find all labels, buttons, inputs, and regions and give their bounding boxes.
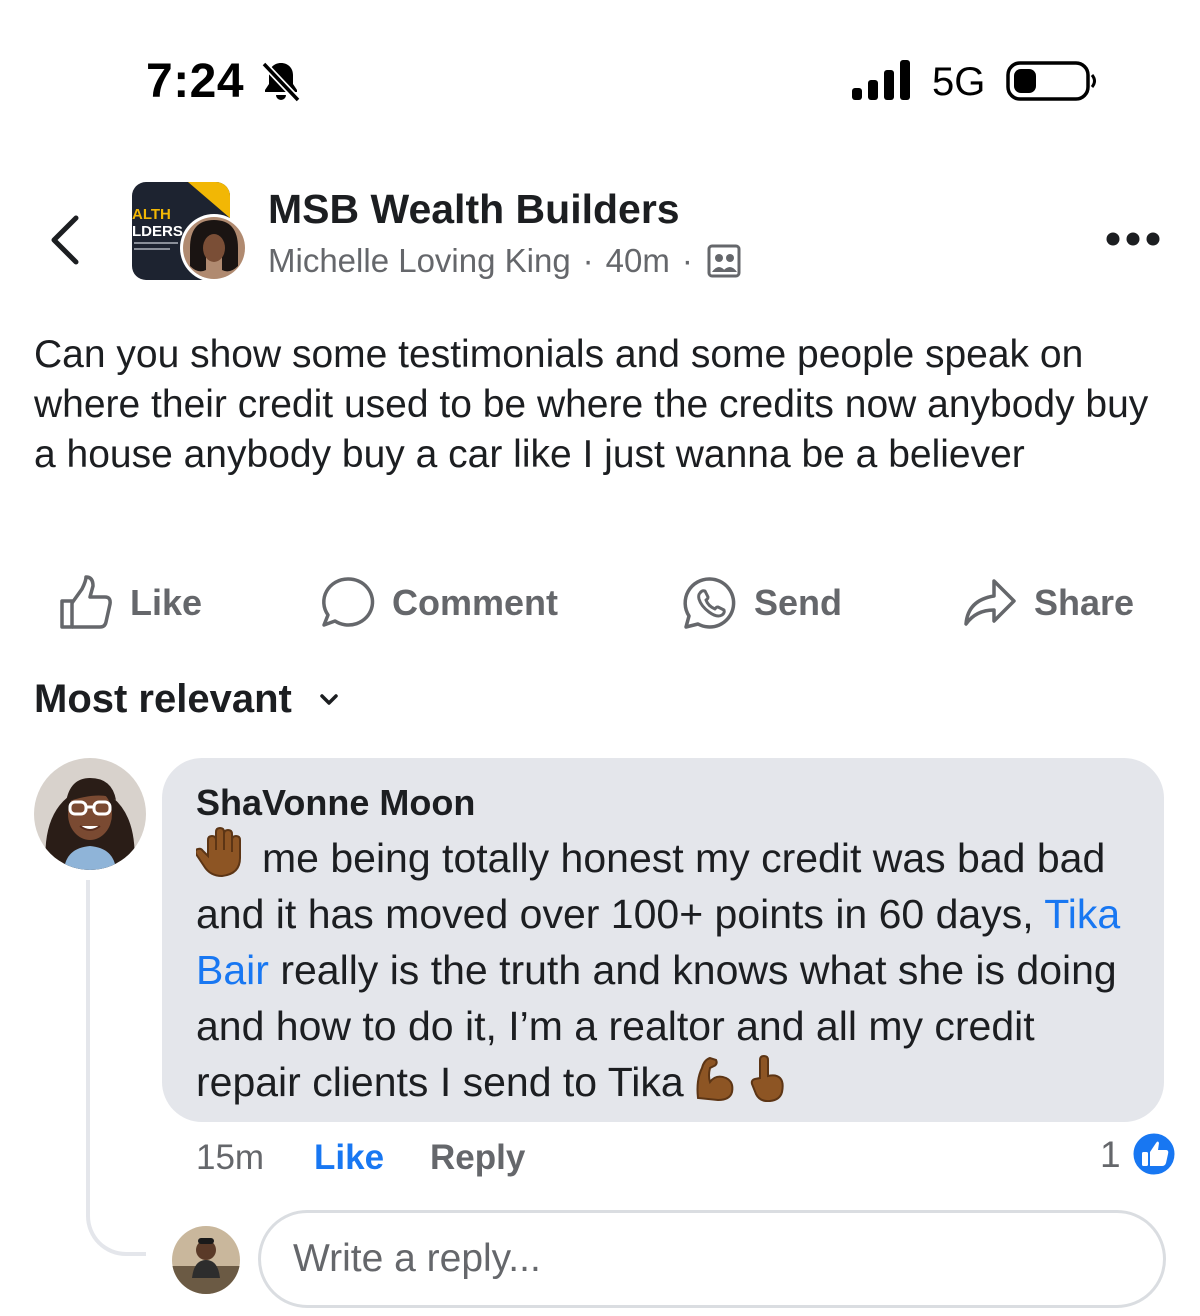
- commenter-avatar[interactable]: [34, 758, 146, 870]
- comment-body: me being totally honest my credit was ba…: [196, 826, 1146, 1110]
- bell-slash-icon: [261, 61, 301, 103]
- logo-text-1: ALTH: [132, 206, 171, 223]
- share-button[interactable]: Share: [962, 572, 1134, 634]
- meta-separator-2: ·: [681, 242, 693, 279]
- send-label: Send: [754, 582, 843, 623]
- post-meta: Michelle Loving King · 40m ·: [268, 238, 741, 284]
- like-button[interactable]: Like: [58, 572, 202, 634]
- group-privacy-icon: [707, 244, 741, 278]
- comment-text-1: me being totally honest my credit was ba…: [196, 835, 1106, 937]
- send-button[interactable]: Send: [682, 572, 842, 634]
- chevron-down-icon: [320, 694, 338, 705]
- signal-bars-icon: [852, 60, 910, 100]
- meta-separator: ·: [582, 242, 594, 279]
- comment-sort-dropdown[interactable]: Most relevant: [34, 674, 340, 724]
- group-name[interactable]: MSB Wealth Builders: [268, 184, 680, 234]
- thumbs-up-icon: [60, 575, 112, 629]
- battery-icon: [1006, 61, 1096, 101]
- network-type: 5G: [932, 60, 986, 104]
- share-label: Share: [1034, 582, 1135, 623]
- like-label: Like: [130, 582, 203, 623]
- whatsapp-icon: [683, 577, 736, 629]
- thread-connector: [86, 880, 146, 1256]
- comment-reply-button[interactable]: Reply: [430, 1136, 525, 1180]
- post-author[interactable]: Michelle Loving King: [268, 238, 571, 284]
- comment-button[interactable]: Comment: [320, 572, 558, 634]
- sort-label: Most relevant: [34, 677, 292, 721]
- comment-bubble-icon: [322, 577, 375, 627]
- more-options-icon[interactable]: [1104, 228, 1162, 250]
- reply-input[interactable]: [258, 1210, 1166, 1308]
- like-reaction-icon[interactable]: [1130, 1130, 1178, 1178]
- current-user-avatar[interactable]: [172, 1226, 240, 1294]
- group-avatar[interactable]: ALTH LDERS: [132, 182, 250, 284]
- comment-label: Comment: [392, 582, 559, 623]
- status-time: 7:24: [146, 55, 245, 108]
- post-age[interactable]: 40m: [606, 238, 670, 284]
- comment-time: 15m: [196, 1138, 265, 1177]
- commenter-photo: [34, 758, 146, 870]
- reaction-count[interactable]: 1: [1100, 1132, 1121, 1178]
- comment-like-button[interactable]: Like: [314, 1136, 384, 1180]
- logo-text-2: LDERS: [132, 223, 183, 240]
- current-user-photo: [172, 1226, 240, 1294]
- comment-author[interactable]: ShaVonne Moon: [196, 780, 475, 826]
- index-pointing-up-emoji: [750, 1054, 784, 1102]
- back-chevron-icon[interactable]: [44, 212, 88, 268]
- raised-hand-emoji: [196, 826, 241, 878]
- post-body: Can you show some testimonials and some …: [34, 333, 1149, 476]
- comment-text-2: really is the truth and knows what she i…: [196, 947, 1117, 1105]
- share-arrow-icon: [964, 579, 1016, 626]
- group-logo-icon: ALTH LDERS: [132, 182, 248, 282]
- flexed-biceps-emoji: [696, 1056, 734, 1102]
